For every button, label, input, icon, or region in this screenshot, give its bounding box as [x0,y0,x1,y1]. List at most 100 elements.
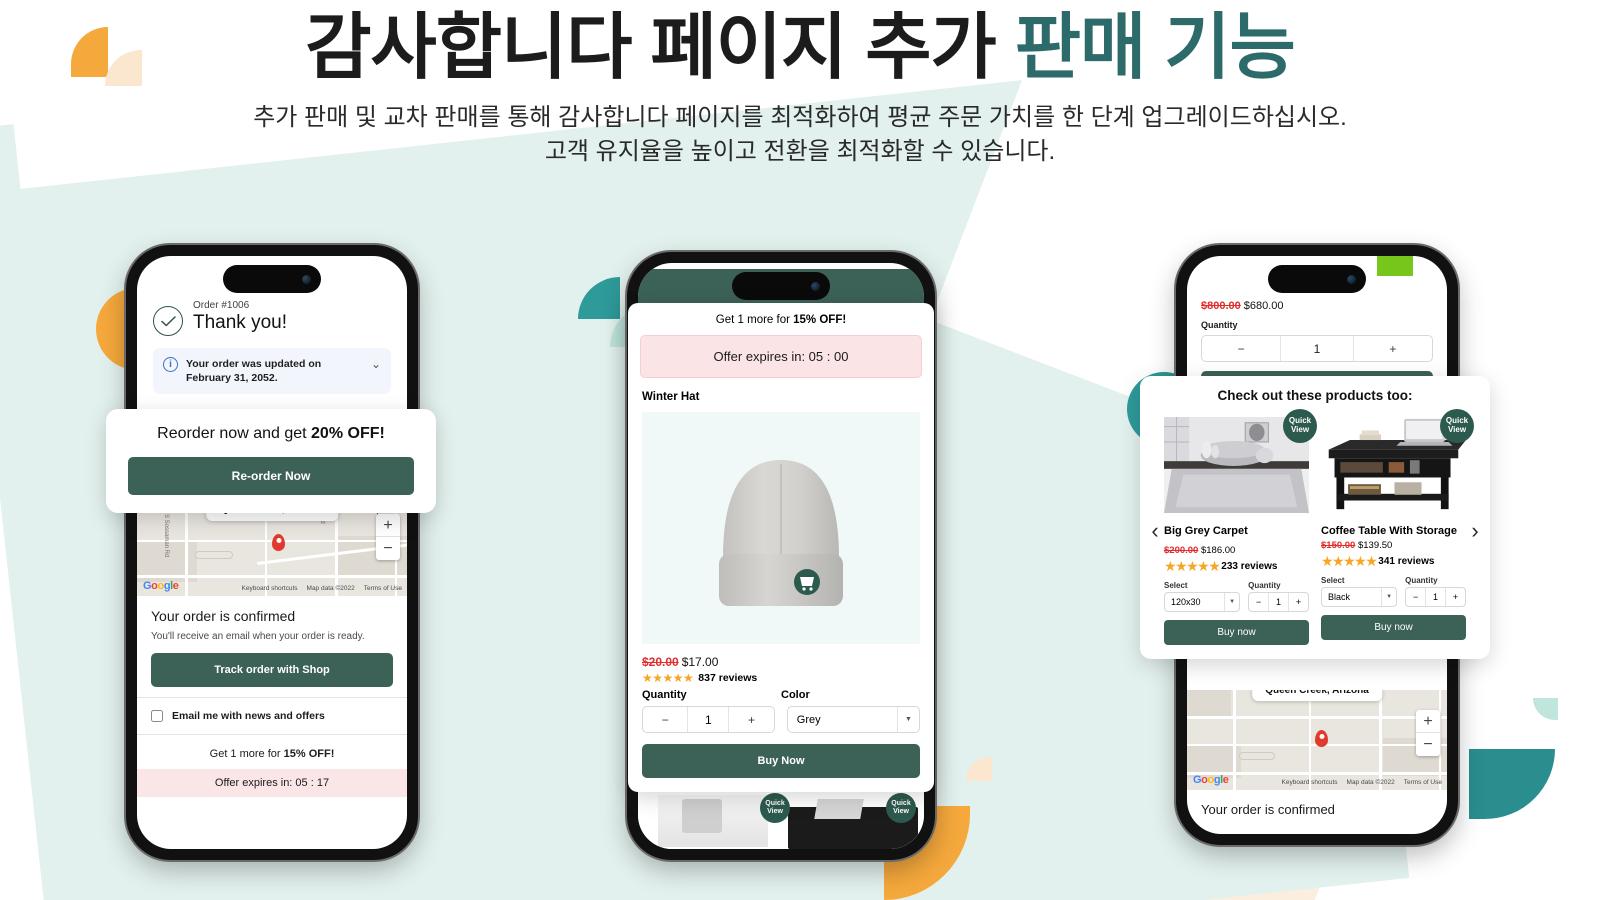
product-image[interactable] [642,412,920,644]
page-subtitle-line-1: 추가 판매 및 교차 판매를 통해 감사합니다 페이지를 최적화하여 평균 주문… [253,103,1347,131]
quick-view-line-2: View [1447,425,1467,434]
quantity-stepper[interactable]: − 1 + [642,706,775,733]
buy-now-button[interactable]: Buy Now [642,744,920,778]
offer-timer: Offer expires in: 05 : 17 [137,769,407,798]
quantity-decrement-button[interactable]: − [1406,588,1425,606]
camera-icon [1347,274,1356,284]
quantity-decrement-button[interactable]: − [1202,336,1280,361]
quantity-value[interactable]: 1 [1280,336,1354,361]
camera-icon [811,281,820,291]
chevron-down-icon[interactable]: ▼ [1381,588,1396,607]
quick-view-badge[interactable]: Quick View [1440,409,1474,443]
quantity-increment-button[interactable]: + [729,707,773,732]
quantity-stepper[interactable]: − 1 + [1201,335,1433,362]
quantity-value[interactable]: 1 [1268,593,1290,612]
quantity-stepper[interactable]: − 1 + [1248,592,1309,613]
order-update-banner[interactable]: i Your order was updated on February 31,… [153,348,391,395]
camera-icon [302,274,311,284]
email-optin-checkbox[interactable] [151,710,163,723]
chevron-down-icon[interactable]: ▼ [897,707,919,732]
product-price: $800.00 $680.00 [1201,300,1447,312]
quantity-decrement-button[interactable]: − [643,707,687,732]
buy-now-button[interactable]: Buy now [1164,620,1309,646]
map-zoom-in-button[interactable]: + [376,514,400,538]
offer-timer: Offer expires in: 05 : 00 [640,335,922,378]
order-number: Order #1006 [193,300,250,311]
product-options-row: Select 120x30 ▼ Quantity − 1 + [1164,581,1309,613]
map-footer-links[interactable]: Keyboard shortcuts Map data ©2022 Terms … [242,585,402,592]
upsell-headline-plain: Get 1 more for [715,314,794,326]
google-logo: Google [1193,774,1229,786]
quantity-increment-button[interactable]: + [1354,336,1432,361]
order-update-message: Your order was updated on February 31, 2… [186,358,322,385]
email-optin-row[interactable]: Email me with news and offers [137,698,407,734]
order-confirmed-title: Your order is confirmed [1201,802,1335,817]
track-order-button[interactable]: Track order with Shop [151,653,393,688]
quick-view-badge[interactable]: Quick View [886,793,916,823]
reorder-headline: Reorder now and get 20% OFF! [128,425,414,443]
star-rating-icon: ★★★★★ [1321,553,1378,570]
product-rating: ★★★★★ 837 reviews [642,671,934,685]
price-original: $20.00 [642,655,679,669]
review-count: 341 reviews [1378,556,1435,568]
check-icon [160,315,176,326]
map-zoom-controls[interactable]: + − [376,514,400,561]
product-carousel: ‹ Quick View Big Grey Carpet $200.00 $18… [1140,409,1490,646]
mint-quarter-circle-bottom-right [1533,698,1558,720]
product-options-row: Select Black ▼ Quantity − 1 + [1321,576,1466,608]
upsell-headline-bold: 15% OFF! [283,748,335,761]
page-title: 감사합니다 페이지 추가 판매 기능 [0,8,1600,89]
review-count: 233 reviews [1221,561,1278,573]
shipping-map[interactable]: Queen Creek, Arizona + − Google Keyboard… [1187,690,1447,790]
map-pin-icon [272,534,285,552]
star-rating-icon: ★★★★★ [1164,558,1221,575]
reorder-now-button[interactable]: Re-order Now [128,457,414,495]
quick-view-badge[interactable]: Quick View [760,793,790,823]
chevron-down-icon[interactable]: ▼ [1224,593,1239,612]
quantity-stepper[interactable]: − 1 + [1405,587,1466,608]
quantity-value[interactable]: 1 [687,707,730,732]
select-label: Select [1321,576,1345,586]
quantity-increment-button[interactable]: + [1289,593,1308,611]
carousel-prev-arrow-icon[interactable]: ‹ [1146,518,1164,544]
map-footer-links[interactable]: Keyboard shortcuts Map data ©2022 Terms … [1282,779,1442,786]
map-terms-of-use[interactable]: Terms of Use [364,585,402,592]
order-confirmed-section: Your order is confirmed You'll receive a… [137,596,407,697]
chevron-down-icon[interactable]: ⌄ [371,357,381,371]
map-zoom-controls[interactable]: + − [1416,710,1440,756]
price-sale: $186.00 [1200,545,1236,557]
carousel-product-card: Quick View Coffee Table With Storage $15… [1321,409,1474,645]
variant-select[interactable]: 120x30 ▼ [1164,592,1241,613]
product-rating: ★★★★★ 233 reviews [1164,558,1309,575]
variant-select[interactable]: Black ▼ [1321,587,1398,608]
map-zoom-out-button[interactable]: − [1416,733,1440,756]
quantity-decrement-button[interactable]: − [1249,593,1268,611]
order-confirmed-title: Your order is confirmed [151,608,296,625]
quantity-field: Quantity − 1 + [1248,581,1309,613]
upsell-headline: Get 1 more for 15% OFF! [628,303,934,335]
map-zoom-in-button[interactable]: + [1416,710,1440,733]
email-optin-label: Email me with news and offers [172,710,325,723]
phone-mockup-1: Order #1006 Thank you! i Your order was … [126,245,418,860]
quick-view-line-1: Quick [891,800,911,808]
quantity-label: Quantity [1248,581,1281,591]
color-select[interactable]: Grey ▼ [786,706,920,733]
quantity-increment-button[interactable]: + [1446,588,1465,606]
quantity-field: Quantity − 1 + [1405,576,1466,608]
review-count: 837 reviews [698,672,758,684]
map-label-street: S Sossaman Rd [163,514,169,558]
buy-now-button[interactable]: Buy now [1321,615,1466,641]
map-terms-of-use[interactable]: Terms of Use [1404,779,1442,786]
quick-view-badge[interactable]: Quick View [1283,409,1317,443]
quantity-label: Quantity [642,689,687,701]
cross-sell-card: Check out these products too: ‹ Quick Vi… [1140,376,1490,660]
carousel-next-arrow-icon[interactable]: › [1466,518,1484,544]
price-original: $200.00 [1164,545,1199,557]
info-icon: i [163,357,178,372]
quantity-value[interactable]: 1 [1425,588,1447,607]
map-keyboard-shortcuts[interactable]: Keyboard shortcuts [1282,779,1338,786]
product-name: Big Grey Carpet [1164,525,1248,537]
map-zoom-out-button[interactable]: − [376,537,400,560]
map-keyboard-shortcuts[interactable]: Keyboard shortcuts [242,585,298,592]
shipping-address-value: Queen Creek, Arizona [1265,690,1369,696]
